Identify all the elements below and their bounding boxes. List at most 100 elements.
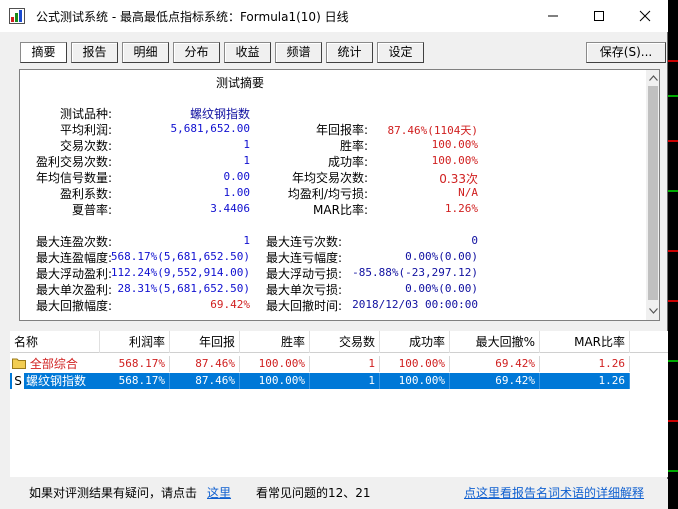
column-header-profit-rate[interactable]: 利润率 xyxy=(100,331,170,353)
value-max-drawdown-time: 2018/12/03 00:00:00 xyxy=(352,298,478,311)
label-avg-profit: 平均利润: xyxy=(59,123,112,137)
close-icon xyxy=(639,10,651,22)
formula-test-window: 公式测试系统 - 最高最低点指标系统：Formula1(10) 日线 摘要 报告… xyxy=(0,0,668,509)
value-max-floating-profit: 112.24%(9,552,914.00) xyxy=(110,266,250,279)
value-trade-count: 1 xyxy=(243,138,250,151)
table-row[interactable]: 全部综合 568.17% 87.46% 100.00% 1 100.00% 69… xyxy=(10,356,630,372)
row-name: 全部综合 xyxy=(29,357,78,371)
value-avg-profit: 5,681,652.00 xyxy=(170,122,250,135)
summary-scrollbar[interactable] xyxy=(646,70,659,320)
app-icon xyxy=(9,8,25,24)
cell-win-rate: 100.00% xyxy=(240,373,310,389)
column-header-mar-ratio[interactable]: MAR比率 xyxy=(540,331,630,353)
scroll-up-button[interactable] xyxy=(646,71,659,85)
cell-win-rate: 100.00% xyxy=(240,356,310,372)
row-prefix-badge: S xyxy=(12,373,24,389)
value-max-loss-streak-range: 0.00%(0.00) xyxy=(405,250,478,263)
label-profit-factor: 盈利系数: xyxy=(59,187,112,201)
column-header-success-rate[interactable]: 成功率 xyxy=(380,331,450,353)
column-header-name[interactable]: 名称 xyxy=(14,331,100,353)
close-button[interactable] xyxy=(622,0,668,32)
tab-report[interactable]: 报告 xyxy=(71,42,118,63)
label-win-rate: 胜率: xyxy=(339,139,368,153)
table-row-selected[interactable]: S 螺纹钢指数 568.17% 87.46% 100.00% 1 100.00% … xyxy=(10,373,630,389)
title-bar[interactable]: 公式测试系统 - 最高最低点指标系统：Formula1(10) 日线 xyxy=(0,0,668,32)
cell-mar-ratio: 1.26 xyxy=(540,356,630,372)
cell-max-drawdown: 69.42% xyxy=(450,356,540,372)
value-annual-return: 87.46%(1104天) xyxy=(387,124,478,137)
tab-statistics[interactable]: 统计 xyxy=(326,42,373,63)
label-annual-trades: 年均交易次数: xyxy=(291,171,368,185)
label-trade-count: 交易次数: xyxy=(59,139,112,153)
value-max-floating-loss: -85.88%(-23,297.12) xyxy=(352,266,478,279)
value-max-drawdown: 69.42% xyxy=(210,298,250,311)
tab-spectrum[interactable]: 频谱 xyxy=(275,42,322,63)
column-header-annual-return[interactable]: 年回报 xyxy=(170,331,240,353)
save-button[interactable]: 保存(S)... xyxy=(586,42,666,63)
maximize-button[interactable] xyxy=(576,0,622,32)
here-link[interactable]: 这里 xyxy=(207,484,231,501)
cell-success-rate: 100.00% xyxy=(380,356,450,372)
scroll-thumb[interactable] xyxy=(648,86,658,300)
question-text: 如果对评测结果有疑问，请点击 xyxy=(29,486,198,500)
label-mar-ratio: MAR比率: xyxy=(313,203,368,217)
cell-trade-count: 1 xyxy=(310,373,380,389)
value-win-rate: 100.00% xyxy=(431,138,478,151)
results-table: 名称 利润率 年回报 胜率 交易数 成功率 最大回撤% MAR比率 全部综合 5… xyxy=(10,331,668,477)
faq-text: 看常见问题的12、21 xyxy=(256,486,371,500)
value-max-single-loss: 0.00%(0.00) xyxy=(405,282,478,295)
value-avg-win-loss: N/A xyxy=(458,186,478,199)
value-annual-trades: 0.33次 xyxy=(439,172,478,186)
value-max-win-streak-range: 568.17%(5,681,652.50) xyxy=(110,250,250,263)
value-sharpe-ratio: 3.4406 xyxy=(210,202,250,215)
tab-details[interactable]: 明细 xyxy=(122,42,169,63)
column-header-max-drawdown[interactable]: 最大回撤% xyxy=(450,331,540,353)
chevron-down-icon xyxy=(648,308,658,314)
row-name: 螺纹钢指数 xyxy=(26,374,87,388)
cell-annual-return: 87.46% xyxy=(170,373,240,389)
maximize-icon xyxy=(594,11,604,21)
cell-mar-ratio: 1.26 xyxy=(540,373,630,389)
cell-max-drawdown: 69.42% xyxy=(450,373,540,389)
label-sharpe-ratio: 夏普率: xyxy=(71,203,112,217)
tab-summary[interactable]: 摘要 xyxy=(20,42,67,63)
tab-settings[interactable]: 设定 xyxy=(377,42,424,63)
window-title: 公式测试系统 - 最高最低点指标系统：Formula1(10) 日线 xyxy=(36,10,349,24)
cell-profit-rate: 568.17% xyxy=(100,373,170,389)
value-max-single-profit: 28.31%(5,681,652.50) xyxy=(117,282,250,295)
value-winning-trades: 1 xyxy=(243,154,250,167)
scroll-down-button[interactable] xyxy=(646,304,659,318)
value-max-consecutive-losses: 0 xyxy=(471,234,478,247)
label-winning-trades: 盈利交易次数: xyxy=(35,155,112,169)
summary-panel: 测试摘要 测试品种: 螺纹钢指数 平均利润: 5,681,652.00 交易次数… xyxy=(19,69,660,321)
value-test-instrument: 螺纹钢指数 xyxy=(189,107,250,121)
value-success-rate: 100.00% xyxy=(431,154,478,167)
value-mar-ratio: 1.26% xyxy=(444,202,478,215)
row-name-cell: S 螺纹钢指数 xyxy=(12,373,86,389)
column-header-win-rate[interactable]: 胜率 xyxy=(240,331,310,353)
folder-icon xyxy=(12,358,26,369)
glossary-link[interactable]: 点这里看报告名词术语的详细解释 xyxy=(464,484,644,501)
background-chart-strip xyxy=(668,0,678,509)
cell-success-rate: 100.00% xyxy=(380,373,450,389)
value-annual-signals: 0.00 xyxy=(223,170,251,183)
value-max-consecutive-wins: 1 xyxy=(243,234,250,247)
tab-distribution[interactable]: 分布 xyxy=(173,42,220,63)
cell-annual-return: 87.46% xyxy=(170,356,240,372)
label-success-rate: 成功率: xyxy=(327,155,368,169)
minimize-button[interactable] xyxy=(530,0,576,32)
value-profit-factor: 1.00 xyxy=(223,186,251,199)
minimize-icon xyxy=(548,15,558,17)
tab-returns[interactable]: 收益 xyxy=(224,42,271,63)
summary-title: 测试摘要 xyxy=(216,76,265,90)
status-bar: 如果对评测结果有疑问，请点击 这里 看常见问题的12、21 点这里看报告名词术语… xyxy=(0,479,668,509)
chevron-up-icon xyxy=(648,75,658,81)
cell-trade-count: 1 xyxy=(310,356,380,372)
row-name-cell: 全部综合 xyxy=(12,356,78,372)
table-header: 名称 利润率 年回报 胜率 交易数 成功率 最大回撤% MAR比率 xyxy=(10,331,668,353)
label-annual-return: 年回报率: xyxy=(315,123,368,137)
label-test-instrument: 测试品种: xyxy=(59,107,112,121)
column-header-trade-count[interactable]: 交易数 xyxy=(310,331,380,353)
label-avg-win-loss: 均盈利/均亏损: xyxy=(287,187,368,201)
label-annual-signals: 年均信号数量: xyxy=(35,171,112,185)
